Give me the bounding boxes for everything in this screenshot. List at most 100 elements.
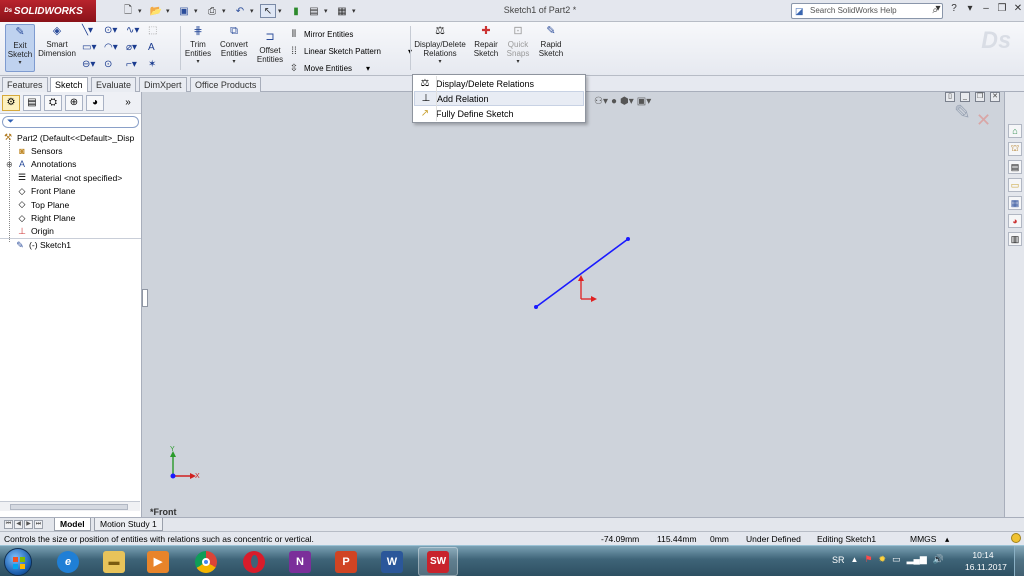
save-icon[interactable]: ▣ [176, 4, 192, 18]
tree-item-sketch1[interactable]: ✎ (-) Sketch1 [0, 238, 141, 251]
view-palette-icon[interactable]: ▦ [1008, 196, 1022, 210]
volume-icon[interactable]: 🔊 [933, 554, 944, 565]
taskbar-onenote[interactable]: N [280, 547, 320, 576]
help-search-input[interactable]: ◪ Search SolidWorks Help ⌕ [791, 3, 943, 19]
tab-dimxpert[interactable]: DimXpert [139, 77, 187, 92]
tree-item-sensors[interactable]: ◙ Sensors [0, 144, 141, 157]
dimxpert-manager-icon[interactable]: ⊕ [65, 94, 83, 111]
screen-icon[interactable]: ▭ [892, 554, 901, 565]
minimize-icon[interactable]: – [980, 3, 992, 14]
tab-motion-study-1[interactable]: Motion Study 1 [94, 518, 163, 531]
custom-properties-icon[interactable]: ▥ [1008, 232, 1022, 246]
tree-item-origin[interactable]: ⊥ Origin [0, 225, 141, 238]
flag-icon[interactable]: ⚑ [864, 554, 872, 565]
tree-item-right-plane[interactable]: ◇ Right Plane [0, 211, 141, 224]
close-icon[interactable]: ✕ [1012, 3, 1024, 14]
chevron-down-icon[interactable]: ▾ [222, 4, 230, 18]
chevron-down-icon[interactable]: ▾ [6, 59, 34, 68]
text-icon[interactable]: A [148, 42, 170, 56]
arc-icon[interactable]: ◠▾ [104, 42, 126, 56]
horizontal-scrollbar[interactable] [0, 501, 140, 511]
file-explorer-icon[interactable]: ▤ [1008, 160, 1022, 174]
taskbar-powerpoint[interactable]: P [326, 547, 366, 576]
first-tab-icon[interactable]: ⏮ [4, 520, 13, 529]
search-dropdown-icon[interactable]: ▾ [932, 3, 944, 14]
chevron-down-icon[interactable]: ▾ [366, 64, 370, 73]
tab-office-products[interactable]: Office Products [190, 77, 262, 92]
point-icon[interactable]: ✶ [148, 59, 170, 73]
spline-icon[interactable]: ∿▾ [126, 25, 148, 39]
taskbar-media-player[interactable]: ▶ [138, 547, 178, 576]
chevron-down-icon[interactable]: ▾ [504, 58, 532, 67]
undo-icon[interactable]: ↶ [232, 4, 248, 18]
restore-icon[interactable]: ❐ [996, 3, 1008, 14]
line-endpoint[interactable] [534, 305, 538, 309]
move-entities-button[interactable]: ⇳ Move Entities ▾ [288, 60, 412, 77]
more-tabs-icon[interactable]: » [119, 95, 137, 111]
expand-icon[interactable]: ⊕ [6, 160, 13, 169]
prev-tab-icon[interactable]: ◀ [14, 520, 23, 529]
line-icon[interactable]: ╲▾ [82, 25, 104, 39]
chevron-down-icon[interactable]: ▾ [138, 4, 146, 18]
display-manager-icon[interactable]: ◕ [86, 94, 104, 111]
chevron-down-icon[interactable]: ▾ [194, 4, 202, 18]
solidworks-resources-icon[interactable]: ⌂ [1008, 124, 1022, 138]
quick-snaps-button[interactable]: ⊡ Quick Snaps ▾ [504, 24, 532, 67]
rebuild-icon[interactable]: ▮ [288, 4, 304, 18]
taskbar-word[interactable]: W [372, 547, 412, 576]
options-icon[interactable]: ▦ [334, 4, 350, 18]
chevron-down-icon[interactable]: ▾ [324, 4, 332, 18]
tab-model[interactable]: Model [54, 518, 91, 531]
exit-sketch-button[interactable]: ✎ Exit Sketch ▾ [5, 24, 35, 72]
sketch-canvas[interactable]: Y X [142, 92, 1004, 517]
line-endpoint[interactable] [626, 237, 630, 241]
chevron-down-icon[interactable]: ▾ [352, 4, 360, 18]
menu-item-fully-define-sketch[interactable]: ↗ Fully Define Sketch [414, 106, 584, 121]
tree-item-top-plane[interactable]: ◇ Top Plane [0, 198, 141, 211]
chevron-down-icon[interactable]: ▾ [166, 4, 174, 18]
chevron-down-icon[interactable]: ▾ [250, 4, 258, 18]
taskbar-opera[interactable] [234, 547, 274, 576]
ellipse-icon[interactable]: ⌀▾ [126, 42, 148, 56]
open-folder-icon[interactable]: 📂 [148, 4, 164, 18]
offset-entities-button[interactable]: ⊐ Offset Entities [254, 30, 286, 64]
menu-item-display-delete-relations[interactable]: ⚖ Display/Delete Relations [414, 76, 584, 91]
show-hidden-icons[interactable]: ▲ [851, 555, 859, 564]
graphics-area[interactable]: ⚇▾ ● ⬢▾ ▣▾ ▯ _ ❐ ✕ ✎ ✕ Y X *Front [142, 92, 1004, 517]
taskbar-solidworks[interactable]: SW [418, 547, 458, 576]
status-units[interactable]: MMGS [910, 534, 936, 544]
property-manager-icon[interactable]: ▤ [23, 94, 41, 111]
language-indicator[interactable]: SR [832, 555, 845, 565]
design-library-icon[interactable]: ⛫ [1008, 142, 1022, 156]
rectangle-icon[interactable]: ▭▾ [82, 42, 104, 56]
new-document-icon[interactable]: 🗋 [120, 4, 136, 18]
tree-item-material[interactable]: ☰ Material <not specified> [0, 171, 141, 184]
help-icon[interactable]: ? [948, 3, 960, 14]
trim-entities-button[interactable]: ⋕ Trim Entities ▾ [183, 24, 213, 67]
taskbar-chrome[interactable] [186, 547, 226, 576]
last-tab-icon[interactable]: ⏭ [34, 520, 43, 529]
chevron-down-icon[interactable]: ▾ [413, 58, 467, 67]
display-delete-relations-button[interactable]: ⚖ Display/Delete Relations ▾ [413, 24, 467, 67]
fillet-icon[interactable]: ⌐▾ [126, 59, 148, 73]
tree-item-annotations[interactable]: ⊕ A Annotations [0, 158, 141, 171]
tree-filter-input[interactable]: ⏷ [2, 116, 139, 128]
show-desktop-button[interactable] [1014, 546, 1024, 576]
chevron-down-icon[interactable]: ▾ [216, 58, 252, 67]
chevron-down-icon[interactable]: ▾ [964, 3, 976, 14]
slot-icon[interactable]: ⊖▾ [82, 59, 104, 73]
chevron-down-icon[interactable]: ▾ [278, 4, 286, 18]
smart-dimension-button[interactable]: ◈ Smart Dimension [38, 24, 76, 58]
clock[interactable]: 10:14 16.11.2017 [965, 549, 1007, 573]
feature-manager-icon[interactable]: ⚙ [2, 94, 20, 111]
taskbar-file-explorer[interactable]: ▬ [94, 547, 134, 576]
tab-sketch[interactable]: Sketch [50, 77, 88, 93]
chevron-down-icon[interactable]: ▾ [183, 58, 213, 67]
start-button[interactable] [4, 548, 32, 576]
folder-icon[interactable]: ▭ [1008, 178, 1022, 192]
repair-sketch-button[interactable]: ✚ Repair Sketch [470, 24, 502, 58]
taskbar-internet-explorer[interactable]: e [48, 547, 88, 576]
mirror-entities-button[interactable]: ⫴ Mirror Entities [288, 26, 412, 43]
linear-sketch-pattern-button[interactable]: ⁞⁞Linear Sketch Pattern▾ [288, 43, 412, 60]
menu-item-add-relation[interactable]: ⊥ Add Relation [414, 91, 584, 106]
